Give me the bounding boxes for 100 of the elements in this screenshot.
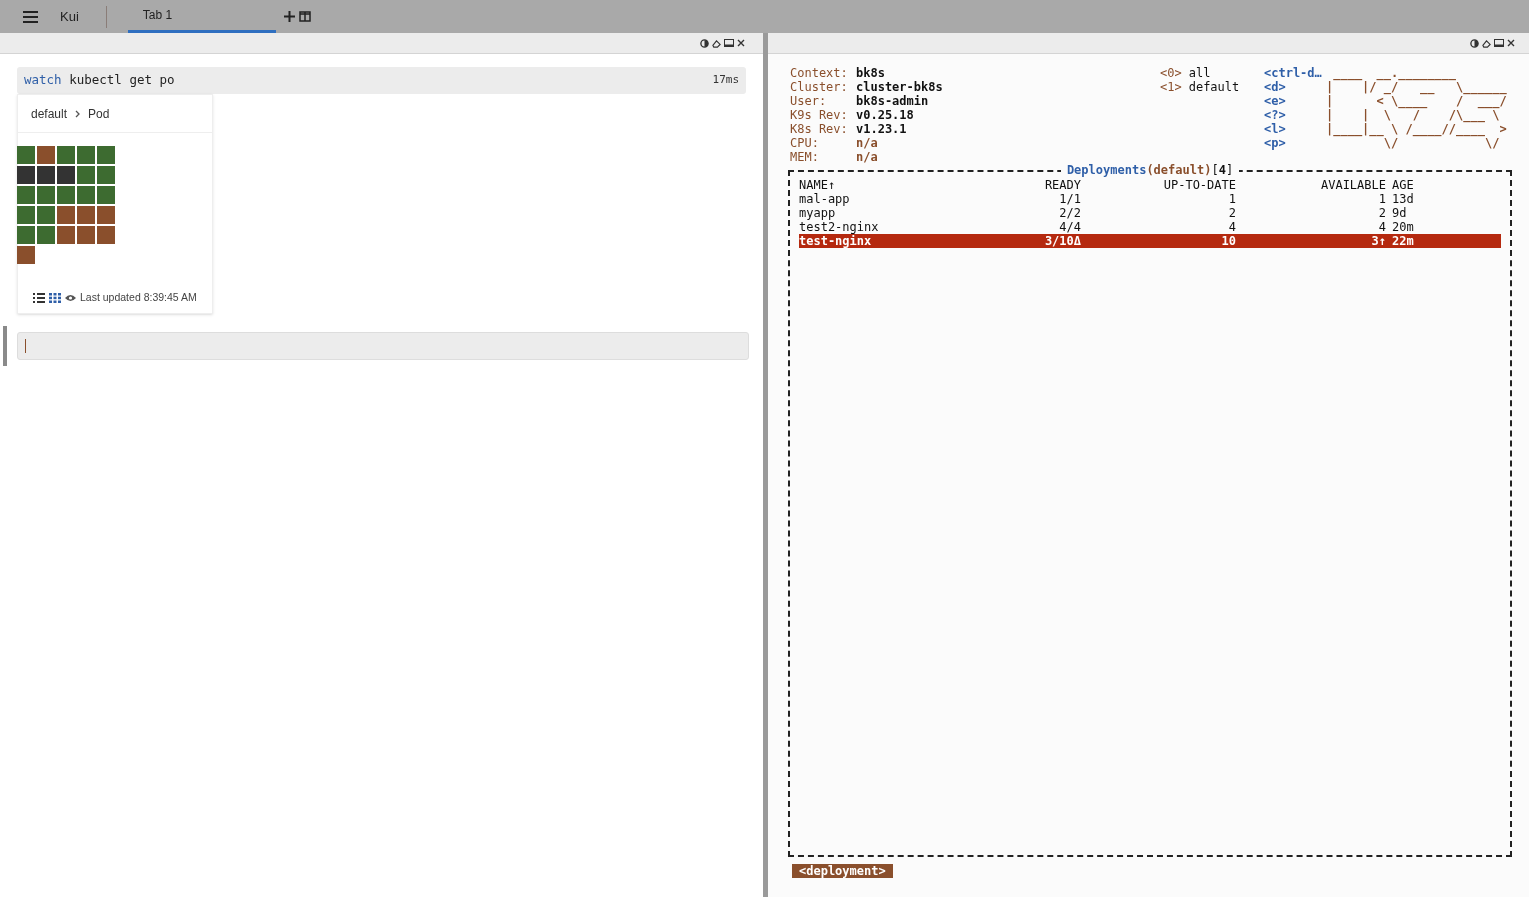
hotkey: <ctrl-d…	[1264, 66, 1323, 80]
table-cell-text: 2/2	[1058, 206, 1081, 220]
hotkey: <e>	[1264, 94, 1287, 108]
command-input[interactable]	[17, 331, 749, 360]
info-label: CPU:	[790, 136, 820, 150]
table-cell-text: 1/1	[1058, 192, 1081, 206]
hotkey: <l>	[1264, 122, 1287, 136]
pod-square[interactable]	[17, 166, 35, 184]
pod-square[interactable]	[77, 146, 95, 164]
pod-square[interactable]	[57, 186, 75, 204]
eraser-icon[interactable]	[1482, 38, 1491, 48]
table-cell-text: 2	[1377, 206, 1386, 220]
pod-square[interactable]	[77, 166, 95, 184]
namespace-name: default	[1188, 80, 1240, 94]
pod-square[interactable]	[97, 146, 115, 164]
app-name: Kui	[60, 7, 79, 26]
pod-square[interactable]	[97, 226, 115, 244]
contrast-icon[interactable]	[700, 38, 709, 48]
info-label: MEM:	[790, 150, 820, 164]
eye-icon	[65, 293, 76, 302]
table-cell-text: 9d	[1391, 206, 1408, 220]
pod-square[interactable]	[97, 206, 115, 224]
command-text: watch kubectl get po	[24, 71, 175, 90]
pod-square[interactable]	[37, 186, 55, 204]
info-value: bk8s	[856, 66, 885, 80]
split-icon[interactable]	[298, 11, 311, 22]
table-cell-text: 1	[1377, 192, 1386, 206]
table-row[interactable]: mal-app 1/1 1 1 13d	[799, 192, 1501, 206]
info-value: v1.23.1	[856, 122, 907, 136]
list-icon[interactable]	[33, 292, 45, 303]
info-label: Context:	[790, 66, 849, 80]
table-cell-text: 4	[1377, 220, 1386, 234]
screen-icon[interactable]	[724, 38, 734, 48]
pod-square[interactable]	[37, 146, 55, 164]
hotkey: <d>	[1264, 80, 1287, 94]
pod-square[interactable]	[97, 166, 115, 184]
table-cell-text: 1	[1227, 192, 1236, 206]
info-label: K9s Rev:	[790, 108, 849, 122]
info-value: bk8s-admin	[856, 94, 929, 108]
pod-square[interactable]	[17, 186, 35, 204]
menu-icon[interactable]	[23, 10, 38, 23]
pod-square[interactable]	[77, 206, 95, 224]
pod-square[interactable]	[97, 186, 115, 204]
table-row[interactable]: myapp 2/2 2 2 9d	[799, 206, 1501, 220]
table-cell-text: 4/4	[1058, 220, 1081, 234]
table-row[interactable]: test-nginx 3/10Δ 10 3↑ 22m	[799, 234, 1501, 248]
chevron-icon	[75, 109, 81, 118]
view-crumb: <deployment>	[792, 864, 893, 878]
table-cell-text: 20m	[1391, 220, 1415, 234]
table-cell-text: test2-nginx	[799, 220, 880, 234]
plus-icon[interactable]	[283, 11, 295, 22]
table-cell-text: 3/10Δ	[1043, 234, 1081, 248]
table-title: Deployments(default)[4]	[1060, 163, 1240, 177]
table-cell-text: 13d	[1391, 192, 1415, 206]
table-cell-text: test-nginx	[799, 234, 873, 248]
info-label: User:	[790, 94, 828, 108]
pod-square[interactable]	[57, 146, 75, 164]
table-cell-text: 10	[1220, 234, 1236, 248]
close-icon[interactable]	[1507, 39, 1515, 47]
table-cell-text: mal-app	[799, 192, 851, 206]
pod-square[interactable]	[37, 166, 55, 184]
info-value: n/a	[856, 150, 878, 164]
table-cell-text: 4	[1227, 220, 1236, 234]
table-cell-text: 3↑	[1370, 234, 1386, 248]
contrast-icon[interactable]	[1470, 38, 1479, 48]
pod-square[interactable]	[17, 246, 35, 264]
grid-icon[interactable]	[49, 292, 61, 303]
pod-square[interactable]	[57, 226, 75, 244]
breadcrumb-item[interactable]: Pod	[88, 104, 110, 123]
column-header[interactable]: NAME↑	[799, 178, 1039, 192]
column-header[interactable]: AGE	[1386, 178, 1466, 192]
breadcrumb-item[interactable]: default	[31, 104, 68, 123]
namespace-key: <0>	[1160, 66, 1182, 80]
pod-square[interactable]	[57, 206, 75, 224]
pod-square[interactable]	[77, 186, 95, 204]
pod-square[interactable]	[17, 206, 35, 224]
pod-square[interactable]	[37, 206, 55, 224]
table-row[interactable]: test2-nginx 4/4 4 4 20m	[799, 220, 1501, 234]
table-cell-text: 2	[1227, 206, 1236, 220]
pod-square[interactable]	[17, 146, 35, 164]
pod-square[interactable]	[17, 226, 35, 244]
pod-square[interactable]	[37, 226, 55, 244]
hotkey: <?>	[1264, 108, 1287, 122]
column-header[interactable]: READY	[1039, 178, 1081, 192]
column-header[interactable]: UP-TO-DATE	[1081, 178, 1236, 192]
column-header[interactable]: AVAILABLE	[1236, 178, 1386, 192]
screen-icon[interactable]	[1494, 38, 1504, 48]
namespace-name: all	[1188, 66, 1211, 80]
eraser-icon[interactable]	[712, 38, 721, 48]
info-value: cluster-bk8s	[856, 80, 943, 94]
pod-square[interactable]	[57, 166, 75, 184]
ascii-logo: ____ __.________ | |/ _/ __ \______ | < \____ / ___/ | | \ / /\___ \ |____|__ \ /____//____ > \/ \/	[1326, 66, 1507, 152]
table-cell-text: myapp	[799, 206, 837, 220]
pod-square[interactable]	[77, 226, 95, 244]
namespace-key: <1>	[1160, 80, 1182, 94]
info-label: K8s Rev:	[790, 122, 849, 136]
hotkey: <p>	[1264, 136, 1287, 150]
info-label: Cluster:	[790, 80, 849, 94]
table-cell-text: 22m	[1391, 234, 1415, 248]
close-icon[interactable]	[737, 39, 745, 47]
